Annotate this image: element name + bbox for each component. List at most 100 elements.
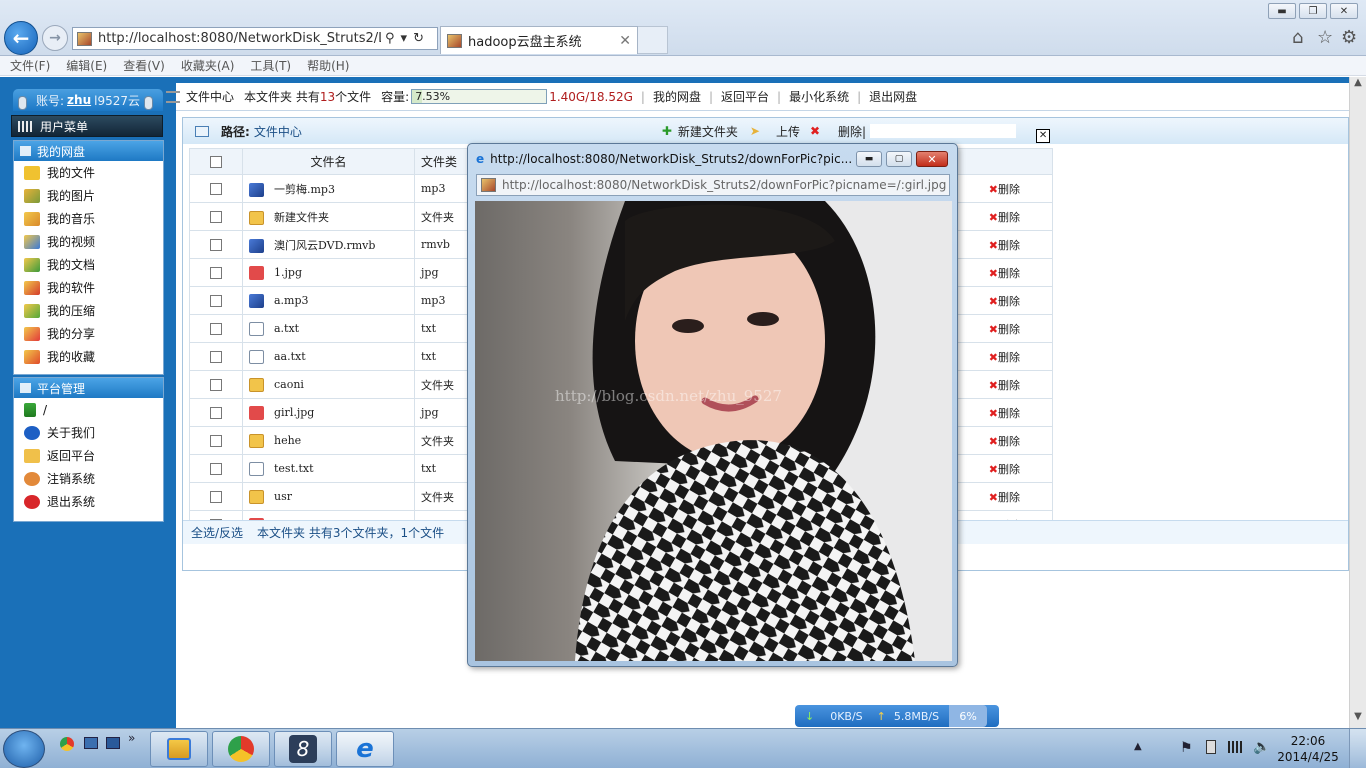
user-menu-header[interactable]: 用户菜单 (11, 115, 163, 137)
row-checkbox-cell[interactable] (189, 230, 243, 259)
close-tab-icon[interactable]: ✕ (619, 33, 631, 49)
row-delete-link[interactable]: 删除 (998, 407, 1020, 420)
taskbar-app-eclipse[interactable]: 8 (274, 731, 332, 767)
favorites-star-icon[interactable]: ☆ (1317, 27, 1333, 48)
checkbox[interactable] (210, 491, 222, 503)
flag-icon[interactable]: ⚑ (1180, 740, 1193, 756)
minimize-button[interactable]: ▬ (1268, 3, 1296, 19)
row-delete-link[interactable]: 删除 (998, 211, 1020, 224)
select-all-header[interactable] (189, 148, 243, 175)
file-center-link[interactable]: 文件中心 (186, 88, 234, 105)
checkbox[interactable] (210, 407, 222, 419)
menu-tools[interactable]: 工具(T) (250, 57, 291, 74)
upload-button[interactable]: 上传 (776, 123, 800, 140)
file-name[interactable]: usr (274, 490, 292, 503)
taskbar-app-explorer[interactable] (150, 731, 208, 767)
checkbox[interactable] (210, 379, 222, 391)
file-name-cell[interactable]: 1.jpg (242, 258, 415, 287)
sidebar-item-my-pictures[interactable]: 我的图片 (14, 184, 163, 207)
file-name[interactable]: hehe (274, 434, 301, 447)
popup-address-bar[interactable]: http://localhost:8080/NetworkDisk_Struts… (476, 174, 950, 196)
row-checkbox-cell[interactable] (189, 314, 243, 343)
exit-disk-link[interactable]: 退出网盘 (869, 88, 917, 105)
file-name-cell[interactable]: a.txt (242, 314, 415, 343)
page-scrollbar[interactable]: ▲ ▼ (1349, 77, 1366, 728)
close-icon[interactable]: ✕ (1036, 129, 1051, 143)
file-name-cell[interactable]: girl.jpg (242, 398, 415, 427)
row-checkbox-cell[interactable] (189, 258, 243, 287)
file-name[interactable]: 1.jpg (274, 266, 302, 279)
start-button[interactable] (3, 730, 45, 768)
file-name[interactable]: 澳门风云DVD.rmvb (274, 239, 375, 252)
file-name-cell[interactable]: 新建文件夹 (242, 202, 415, 231)
file-name-cell[interactable]: 一剪梅.mp3 (242, 174, 415, 203)
gear-icon[interactable]: ⚙ (1341, 27, 1357, 48)
speed-widget[interactable]: ↓ 0KB/S ↑ 5.8MB/S 6% (795, 705, 999, 727)
account-username[interactable]: zhu (67, 93, 91, 107)
checkbox[interactable] (210, 211, 222, 223)
file-name[interactable]: girl.jpg (274, 406, 314, 419)
sidebar-item-exit[interactable]: 退出系统 (14, 490, 163, 513)
minimize-system-link[interactable]: 最小化系统 (789, 88, 849, 105)
browser-tab[interactable]: hadoop云盘主系统 ✕ (440, 26, 638, 54)
checkbox[interactable] (210, 351, 222, 363)
checkbox[interactable] (210, 183, 222, 195)
file-name-cell[interactable]: aa.txt (242, 342, 415, 371)
sidebar-item-my-documents[interactable]: 我的文档 (14, 253, 163, 276)
menu-help[interactable]: 帮助(H) (307, 57, 349, 74)
row-delete-link[interactable]: 删除 (998, 463, 1020, 476)
file-name[interactable]: 新建文件夹 (274, 211, 329, 224)
overflow-chevron-icon[interactable]: » (128, 731, 135, 745)
row-delete-link[interactable]: 删除 (998, 435, 1020, 448)
sidebar-item-logout[interactable]: 注销系统 (14, 467, 163, 490)
row-checkbox-cell[interactable] (189, 482, 243, 511)
sidebar-item-my-music[interactable]: 我的音乐 (14, 207, 163, 230)
row-checkbox-cell[interactable] (189, 342, 243, 371)
sidebar-item-my-software[interactable]: 我的软件 (14, 276, 163, 299)
dropdown-icon[interactable]: ▾ (401, 31, 408, 46)
row-delete-link[interactable]: 删除 (998, 183, 1020, 196)
row-checkbox-cell[interactable] (189, 426, 243, 455)
sidebar-item-my-archives[interactable]: 我的压缩 (14, 299, 163, 322)
file-name[interactable]: test.txt (274, 462, 314, 475)
popup-maximize-button[interactable]: ▢ (886, 151, 912, 167)
sidebar-item-my-files[interactable]: 我的文件 (14, 161, 163, 184)
chrome-quicklaunch-icon[interactable] (60, 737, 74, 751)
checkbox[interactable] (210, 435, 222, 447)
file-name[interactable]: a.txt (274, 322, 299, 335)
file-name-cell[interactable]: caoni (242, 370, 415, 399)
row-delete-link[interactable]: 删除 (998, 295, 1020, 308)
menu-edit[interactable]: 编辑(E) (66, 57, 107, 74)
new-tab-button[interactable] (638, 26, 668, 54)
checkbox[interactable] (210, 323, 222, 335)
show-desktop-button[interactable] (1349, 729, 1366, 768)
restore-button[interactable]: ❐ (1299, 3, 1327, 19)
delete-button[interactable]: 删除| (838, 123, 866, 140)
clock[interactable]: 22:06 2014/4/25 (1276, 733, 1340, 765)
checkbox[interactable] (210, 463, 222, 475)
sidebar-item-about[interactable]: 关于我们 (14, 421, 163, 444)
my-disk-link[interactable]: 我的网盘 (653, 88, 701, 105)
file-name[interactable]: 一剪梅.mp3 (274, 183, 335, 196)
desktop-quicklaunch-icon[interactable] (106, 737, 120, 749)
row-delete-link[interactable]: 删除 (998, 239, 1020, 252)
path-value[interactable]: 文件中心 (254, 123, 302, 140)
popup-close-button[interactable]: ✕ (916, 151, 948, 167)
row-checkbox-cell[interactable] (189, 398, 243, 427)
menu-file[interactable]: 文件(F) (10, 57, 50, 74)
search-box[interactable] (870, 124, 1017, 138)
row-delete-link[interactable]: 删除 (998, 323, 1020, 336)
row-delete-link[interactable]: 删除 (998, 351, 1020, 364)
checkbox[interactable] (210, 156, 222, 168)
tray-expand-icon[interactable]: ▲ (1134, 741, 1142, 752)
network-quicklaunch-icon[interactable] (84, 737, 98, 749)
new-folder-button[interactable]: 新建文件夹 (678, 123, 738, 140)
file-name-cell[interactable]: a.mp3 (242, 286, 415, 315)
forward-button[interactable]: → (42, 25, 68, 51)
file-name[interactable]: aa.txt (274, 350, 306, 363)
home-icon[interactable]: ⌂ (1292, 27, 1303, 48)
row-delete-link[interactable]: 删除 (998, 379, 1020, 392)
sidebar-item-back-platform[interactable]: 返回平台 (14, 444, 163, 467)
file-name-cell[interactable]: usr (242, 482, 415, 511)
row-checkbox-cell[interactable] (189, 454, 243, 483)
